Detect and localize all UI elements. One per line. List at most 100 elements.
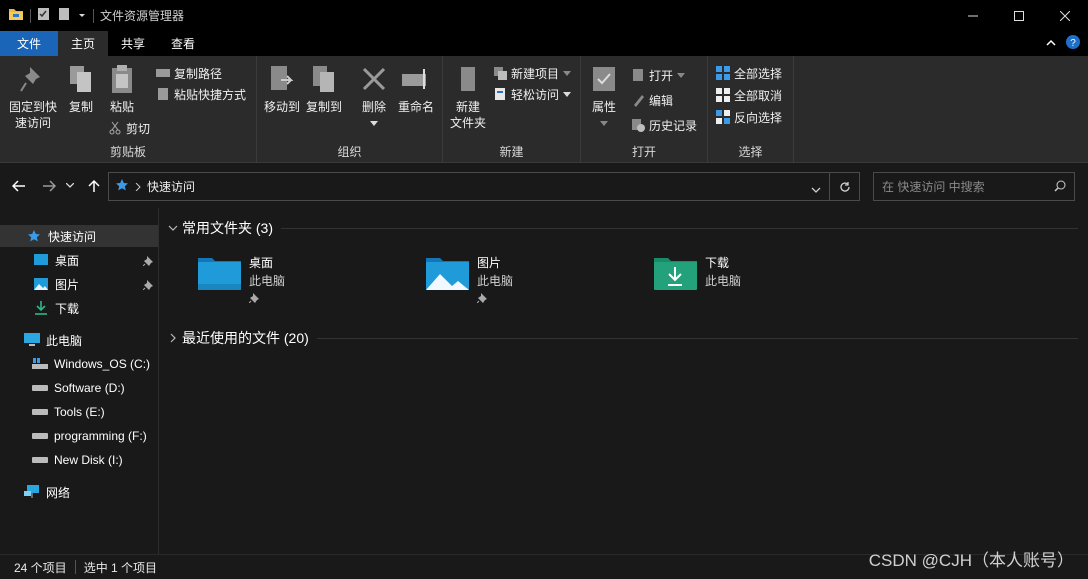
- close-button[interactable]: [1042, 0, 1088, 31]
- desktop-icon: [33, 252, 49, 268]
- sidebar-item-label: Software (D:): [54, 381, 125, 395]
- maximize-button[interactable]: [996, 0, 1042, 31]
- history-icon: [631, 118, 645, 132]
- new-folder-button[interactable]: 新建 文件夹: [447, 62, 489, 131]
- pin-label: 固定到快 速访问: [8, 100, 57, 130]
- new-folder-icon[interactable]: [57, 7, 71, 24]
- breadcrumb[interactable]: 快速访问: [147, 178, 195, 195]
- chevron-down-icon: [563, 87, 572, 101]
- ribbon-right-controls: ?: [1046, 35, 1080, 52]
- recent-files-header[interactable]: 最近使用的文件 (20): [168, 328, 1078, 348]
- chevron-down-icon: [168, 220, 178, 236]
- address-bar[interactable]: 快速访问: [108, 172, 830, 201]
- easy-access-button[interactable]: 轻松访问: [493, 85, 572, 103]
- ribbon: 固定到快 速访问 复制 粘贴 复制路径 粘贴快捷方式 剪切 剪贴板 移动到 复制…: [0, 56, 1088, 163]
- folder-item-downloads[interactable]: 下载 此电脑: [653, 254, 741, 294]
- divider: [316, 337, 1078, 339]
- window-controls: [950, 0, 1088, 31]
- sidebar-item-drive-i[interactable]: New Disk (I:): [0, 449, 123, 471]
- folder-name: 下载: [705, 256, 730, 270]
- svg-text:?: ?: [1070, 38, 1076, 49]
- chevron-down-icon: [563, 66, 572, 80]
- watermark: CSDN @CJH（本人账号）: [868, 551, 1074, 570]
- move-to-label: 移动到: [263, 100, 300, 114]
- pin-icon[interactable]: [142, 255, 153, 269]
- refresh-button[interactable]: [830, 172, 860, 201]
- new-item-button[interactable]: 新建项目: [493, 64, 572, 82]
- pin-icon: [248, 290, 285, 308]
- collapse-ribbon-icon[interactable]: [1046, 37, 1056, 51]
- folder-item-pictures[interactable]: 图片 此电脑: [425, 254, 513, 308]
- copy-button[interactable]: 复制: [64, 62, 98, 115]
- help-icon[interactable]: ?: [1066, 35, 1080, 52]
- paste-button[interactable]: 粘贴: [104, 62, 140, 115]
- folder-name: 图片: [477, 256, 502, 270]
- back-button[interactable]: [10, 177, 28, 195]
- folder-item-desktop[interactable]: 桌面 此电脑: [197, 254, 285, 308]
- tab-share[interactable]: 共享: [108, 31, 158, 56]
- navigation-pane: 快速访问 桌面 图片 下载 此电脑 Windows_OS (C:) Softwa…: [0, 208, 159, 554]
- sidebar-item-drive-f[interactable]: programming (F:): [0, 425, 147, 447]
- sidebar-item-drive-d[interactable]: Software (D:): [0, 377, 125, 399]
- edit-button[interactable]: 编辑: [631, 91, 673, 109]
- sidebar-item-network[interactable]: 网络: [0, 481, 70, 503]
- navigation-row: 快速访问 在 快速访问 中搜索: [0, 164, 1088, 208]
- sidebar-item-pictures[interactable]: 图片: [0, 273, 79, 295]
- forward-button[interactable]: [40, 177, 58, 195]
- frequent-folders-header[interactable]: 常用文件夹 (3): [168, 218, 1078, 238]
- up-button[interactable]: [85, 177, 103, 195]
- move-to-button[interactable]: 移动到: [262, 62, 302, 115]
- history-button[interactable]: 历史记录: [631, 116, 697, 134]
- tab-file[interactable]: 文件: [0, 31, 58, 56]
- sidebar-item-quick-access[interactable]: 快速访问: [0, 225, 158, 247]
- search-icon[interactable]: [1054, 180, 1066, 195]
- delete-button[interactable]: 删除: [357, 62, 391, 131]
- invert-selection-button[interactable]: 反向选择: [716, 108, 782, 126]
- window-title: 文件资源管理器: [100, 9, 185, 23]
- address-dropdown-icon[interactable]: [811, 183, 821, 197]
- open-label: 打开: [649, 68, 674, 83]
- new-folder-label: 新建 文件夹: [449, 100, 486, 130]
- sidebar-item-drive-e[interactable]: Tools (E:): [0, 401, 105, 423]
- sidebar-item-desktop[interactable]: 桌面: [0, 249, 79, 271]
- divider: [93, 8, 94, 23]
- paste-label: 粘贴: [109, 100, 134, 114]
- cut-button[interactable]: 剪切: [108, 119, 150, 137]
- star-icon: [26, 228, 42, 244]
- sidebar-item-this-pc[interactable]: 此电脑: [0, 329, 82, 351]
- network-icon: [24, 484, 40, 500]
- paste-shortcut-button[interactable]: 粘贴快捷方式: [156, 85, 246, 103]
- group-open: 属性 打开 编辑 历史记录 打开: [581, 56, 708, 163]
- divider: [74, 560, 76, 574]
- open-button[interactable]: 打开: [631, 66, 686, 84]
- copy-path-label: 复制路径: [174, 66, 223, 81]
- copy-label: 复制: [68, 100, 93, 114]
- pin-icon[interactable]: [142, 279, 153, 293]
- copy-path-button[interactable]: 复制路径: [156, 64, 222, 82]
- cut-label: 剪切: [126, 121, 151, 136]
- sidebar-item-downloads[interactable]: 下载: [0, 297, 79, 319]
- item-count: 24 个项目: [14, 560, 67, 575]
- select-none-button[interactable]: 全部取消: [716, 86, 782, 104]
- minimize-button[interactable]: [950, 0, 996, 31]
- sidebar-item-label: New Disk (I:): [54, 453, 123, 467]
- rename-button[interactable]: 重命名: [395, 62, 437, 115]
- sidebar-item-label: programming (F:): [54, 429, 147, 443]
- properties-button[interactable]: 属性: [587, 62, 621, 131]
- search-input[interactable]: 在 快速访问 中搜索: [873, 172, 1075, 201]
- folder-icon: [8, 7, 24, 24]
- drive-icon: [32, 380, 48, 396]
- tab-home[interactable]: 主页: [58, 31, 109, 56]
- select-none-label: 全部取消: [734, 88, 783, 103]
- pin-quick-access-button[interactable]: 固定到快 速访问: [6, 62, 60, 131]
- tab-view[interactable]: 查看: [158, 31, 208, 56]
- recent-locations-button[interactable]: [64, 177, 76, 195]
- properties-icon[interactable]: [37, 7, 51, 24]
- sidebar-item-drive-c[interactable]: Windows_OS (C:): [0, 353, 150, 375]
- chevron-down-icon[interactable]: [77, 9, 87, 23]
- edit-icon: [631, 93, 645, 107]
- copy-to-button[interactable]: 复制到: [304, 62, 344, 115]
- windows-drive-icon: [32, 356, 48, 372]
- select-all-button[interactable]: 全部选择: [716, 64, 782, 82]
- new-item-icon: [493, 66, 507, 80]
